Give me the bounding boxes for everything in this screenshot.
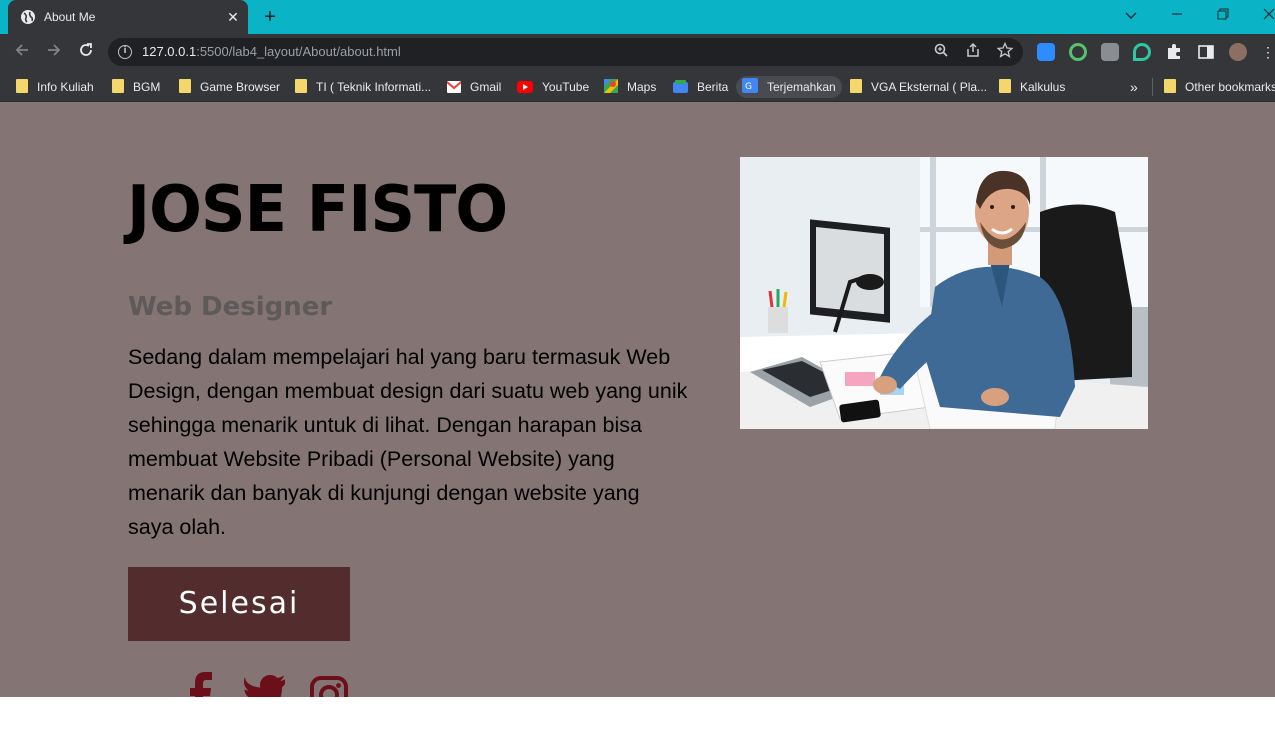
folder-icon (16, 79, 28, 93)
bookmarks-overflow-button[interactable]: » (1130, 76, 1138, 98)
folder-icon (112, 79, 124, 93)
share-icon[interactable] (963, 42, 983, 62)
bookmark-youtube[interactable]: YouTube (517, 76, 589, 98)
bookmark-kalkulus[interactable]: Kalkulus (999, 76, 1065, 98)
svg-text:G: G (745, 82, 752, 92)
zoom-extension-icon[interactable] (1037, 43, 1055, 61)
other-bookmarks[interactable]: Other bookmarks (1164, 76, 1275, 98)
page-bottom-area (0, 697, 1275, 730)
close-tab-icon[interactable]: ✕ (224, 8, 242, 26)
tab-about-me[interactable]: About Me ✕ (8, 0, 248, 34)
bookmarks-bar: Info Kuliah BGM Game Browser TI ( Teknik… (0, 70, 1275, 102)
tab-search-icon[interactable] (1116, 4, 1146, 26)
gmail-icon (447, 81, 461, 93)
url-text: 127.0.0.1:5500/lab4_layout/About/about.h… (142, 44, 401, 59)
bookmark-maps[interactable]: Maps (604, 76, 656, 98)
folder-icon (999, 79, 1011, 93)
map-pin-extension-icon[interactable] (1133, 43, 1151, 61)
bookmark-info-kuliah[interactable]: Info Kuliah (16, 76, 94, 98)
menu-kebab-icon[interactable]: ⋮ (1261, 43, 1275, 61)
bookmark-game-browser[interactable]: Game Browser (179, 76, 280, 98)
page-content: JOSE FISTO Web Designer Sedang dalam mem… (0, 102, 1275, 718)
bookmark-bgm[interactable]: BGM (112, 76, 160, 98)
address-bar[interactable]: i 127.0.0.1:5500/lab4_layout/About/about… (108, 38, 1023, 66)
folder-icon (295, 79, 307, 93)
bookmark-vga-eksternal[interactable]: VGA Eksternal ( Pla... (850, 76, 987, 98)
minimize-icon[interactable] (1162, 4, 1192, 26)
browser-toolbar: i 127.0.0.1:5500/lab4_layout/About/about… (0, 34, 1275, 70)
profile-description: Sedang dalam mempelajari hal yang baru t… (128, 345, 688, 539)
bookmark-berita[interactable]: Berita (673, 76, 728, 98)
restore-icon[interactable] (1208, 4, 1238, 26)
pdf-extension-icon[interactable] (1101, 43, 1119, 61)
title-bar: About Me ✕ + (0, 0, 1275, 34)
new-tab-button[interactable]: + (258, 6, 282, 28)
globe-icon (21, 10, 35, 24)
youtube-icon (517, 81, 533, 93)
bookmark-gmail[interactable]: Gmail (447, 76, 501, 98)
color-extension-icon[interactable] (1069, 43, 1087, 61)
folder-icon (179, 79, 191, 93)
translate-icon: G (742, 78, 758, 93)
site-info-icon[interactable]: i (118, 45, 132, 59)
profile-avatar-icon[interactable] (1229, 43, 1247, 61)
profile-photo (740, 157, 1148, 429)
side-panel-icon[interactable] (1197, 43, 1215, 61)
selesai-button[interactable]: Selesai (128, 567, 350, 641)
forward-icon[interactable] (42, 40, 66, 64)
reload-icon[interactable] (74, 40, 98, 64)
profile-role: Web Designer (128, 292, 333, 322)
bookmark-teknik-informatika[interactable]: TI ( Teknik Informati... (295, 76, 431, 98)
close-window-icon[interactable] (1254, 4, 1275, 26)
folder-icon (1164, 79, 1176, 93)
profile-name: JOSE FISTO (127, 173, 508, 247)
folder-icon (850, 79, 862, 93)
bookmark-terjemahkan[interactable]: G Terjemahkan (736, 76, 842, 98)
tab-title: About Me (44, 10, 96, 24)
bookmarks-divider (1152, 78, 1153, 96)
bookmark-star-icon[interactable] (995, 41, 1015, 62)
back-icon[interactable] (10, 40, 34, 64)
maps-icon (604, 79, 618, 93)
extensions-puzzle-icon[interactable] (1165, 43, 1183, 61)
zoom-icon[interactable] (931, 42, 951, 62)
news-icon (673, 80, 688, 93)
